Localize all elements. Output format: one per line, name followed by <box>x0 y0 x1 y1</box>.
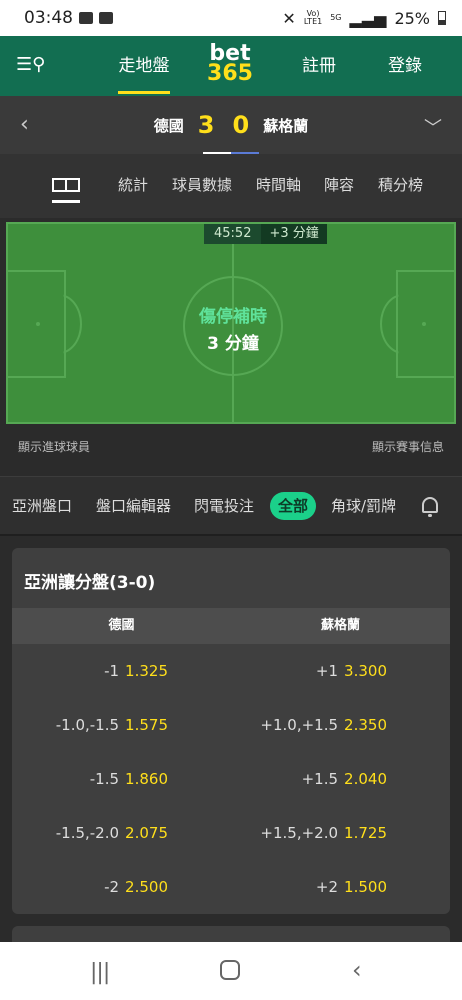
odds-row: -1 1.325 +1 3.300 <box>12 644 450 698</box>
home-team: 德國 <box>153 116 184 135</box>
handicap-line: -2 <box>104 878 120 896</box>
tab-timeline[interactable]: 時間軸 <box>256 154 301 216</box>
status-time: 03:48 <box>24 8 73 28</box>
back-icon[interactable]: ‹ <box>352 956 362 984</box>
active-tab-underline <box>52 200 80 203</box>
signal-icon: ▂▃▅ <box>349 8 387 28</box>
market-tab-flash[interactable]: 閃電投注 <box>194 477 254 535</box>
injury-time-minutes: 3 分鐘 <box>207 334 259 354</box>
market-tab-asian[interactable]: 亞洲盤口 <box>12 477 72 535</box>
network-type: 5G <box>330 13 342 22</box>
market-tab-all[interactable]: 全部 <box>270 492 317 520</box>
pitch-view-icon[interactable] <box>52 178 80 192</box>
odds-value: 3.300 <box>344 662 387 680</box>
match-timer: 45:52 +3 分鐘 <box>204 224 327 244</box>
market-tab-builder[interactable]: 盤口編輯器 <box>96 477 171 535</box>
odds-value: 2.500 <box>125 878 168 896</box>
pitch-options: 顯示進球球員 顯示賽事信息 <box>0 428 462 464</box>
show-match-info-link[interactable]: 顯示賽事信息 <box>372 438 444 455</box>
mute-icon: ✕ <box>282 8 296 28</box>
tab-standings[interactable]: 積分榜 <box>378 154 423 216</box>
match-clock: 45:52 <box>204 224 262 244</box>
register-button[interactable]: 註冊 <box>302 36 336 96</box>
system-navigation-bar: ||| ‹ <box>0 942 462 1000</box>
bell-icon[interactable] <box>422 497 438 517</box>
handicap-line: +1.5 <box>301 770 339 788</box>
gallery-icon <box>79 12 93 24</box>
score-bar: ‹ 德國 3 0 蘇格蘭 ﹀ <box>0 96 462 154</box>
odds-value: 1.575 <box>125 716 168 734</box>
away-selection[interactable]: +1.0,+1.5 2.350 <box>260 698 387 752</box>
handicap-line: -1.5 <box>89 770 120 788</box>
home-selection[interactable]: -1.0,-1.5 1.575 <box>56 698 168 752</box>
market-tabs: 亞洲盤口 盤口編輯器 閃電投注 全部 角球/罰牌 <box>0 476 462 536</box>
battery-icon <box>438 11 446 25</box>
home-selection[interactable]: -1.5 1.860 <box>90 752 168 806</box>
away-selection[interactable]: +1.5,+2.0 1.725 <box>260 806 387 860</box>
live-pitch: 45:52 +3 分鐘 傷停補時 3 分鐘 <box>6 222 456 424</box>
home-score: 3 <box>197 111 215 139</box>
odds-value: 1.325 <box>125 662 168 680</box>
chevron-down-icon[interactable]: ﹀ <box>424 114 442 140</box>
odds-row: -1.5,-2.0 2.075 +1.5,+2.0 1.725 <box>12 806 450 860</box>
odds-row: -1.0,-1.5 1.575 +1.0,+1.5 2.350 <box>12 698 450 752</box>
market-tab-corners-cards[interactable]: 角球/罰牌 <box>331 477 396 535</box>
odds-value: 1.860 <box>125 770 168 788</box>
asian-handicap-card: 亞洲讓分盤(3-0) 德國 蘇格蘭 -1 1.325 +1 3.300 -1.0,-… <box>12 548 450 914</box>
recent-apps-icon[interactable]: ||| <box>90 960 110 985</box>
away-selection[interactable]: +2 1.500 <box>316 860 387 914</box>
top-navigation: ☰⚲ 走地盤 bet 365 註冊 登錄 <box>0 36 462 96</box>
status-bar: 03:48 ✕ Vo) LTE1 5G ▂▃▅ 25% <box>0 0 462 36</box>
odds-value: 2.040 <box>344 770 387 788</box>
handicap-line: +1 <box>315 662 339 680</box>
show-scorers-link[interactable]: 顯示進球球員 <box>18 438 90 455</box>
away-selection[interactable]: +1.5 2.040 <box>302 752 387 806</box>
col-away: 蘇格蘭 <box>320 618 360 633</box>
menu-search-icon[interactable]: ☰⚲ <box>16 54 45 75</box>
away-selection[interactable]: +1 3.300 <box>316 644 387 698</box>
handicap-line: -1.0,-1.5 <box>55 716 120 734</box>
tab-lineups[interactable]: 陣容 <box>324 154 354 216</box>
home-selection[interactable]: -1.5,-2.0 2.075 <box>56 806 168 860</box>
volte-icon: Vo) LTE1 <box>303 9 323 26</box>
handicap-line: +2 <box>315 878 339 896</box>
battery-percent: 25% <box>394 8 430 28</box>
home-icon[interactable] <box>220 960 240 980</box>
injury-time-notice: 傷停補時 3 分鐘 <box>8 302 454 354</box>
logo-bottom: 365 <box>207 61 253 86</box>
handicap-line: +1.5,+2.0 <box>260 824 339 842</box>
nav-live-tab[interactable]: 走地盤 <box>116 36 172 96</box>
home-selection[interactable]: -1 1.325 <box>104 644 168 698</box>
bet365-logo[interactable]: bet 365 <box>206 43 254 86</box>
match-tabs: 統計 球員數據 時間軸 陣容 積分榜 <box>0 154 462 218</box>
scoreline: 德國 3 0 蘇格蘭 <box>0 96 462 154</box>
login-button[interactable]: 登錄 <box>388 36 422 96</box>
handicap-line: +1.0,+1.5 <box>260 716 339 734</box>
tab-stats[interactable]: 統計 <box>118 154 148 216</box>
away-score: 0 <box>232 111 250 139</box>
odds-value: 2.075 <box>125 824 168 842</box>
odds-value: 1.500 <box>344 878 387 896</box>
home-selection[interactable]: -2 2.500 <box>104 860 168 914</box>
added-time: +3 分鐘 <box>261 224 327 244</box>
col-home: 德國 <box>108 618 135 633</box>
odds-value: 2.350 <box>344 716 387 734</box>
injury-time-title: 傷停補時 <box>199 307 267 327</box>
market-header: 德國 蘇格蘭 <box>12 608 450 644</box>
check-icon <box>99 12 113 24</box>
away-team: 蘇格蘭 <box>263 116 309 135</box>
odds-value: 1.725 <box>344 824 387 842</box>
odds-row: -1.5 1.860 +1.5 2.040 <box>12 752 450 806</box>
handicap-line: -1 <box>104 662 120 680</box>
tab-player-data[interactable]: 球員數據 <box>172 154 232 216</box>
handicap-line: -1.5,-2.0 <box>55 824 120 842</box>
market-title[interactable]: 亞洲讓分盤(3-0) <box>24 568 155 593</box>
odds-row: -2 2.500 +2 1.500 <box>12 860 450 914</box>
